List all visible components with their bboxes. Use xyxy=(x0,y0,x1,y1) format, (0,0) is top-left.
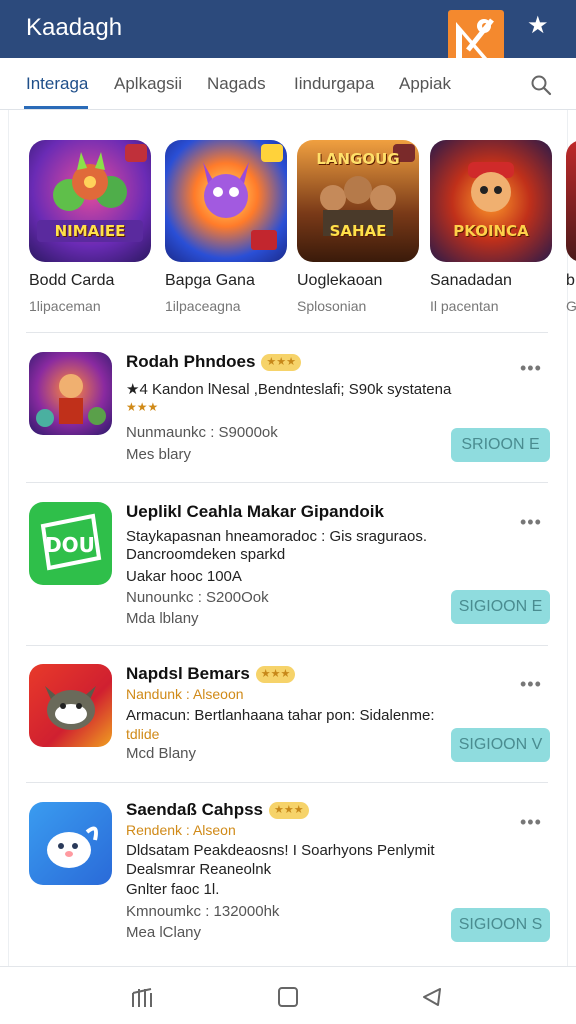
carousel-card-subtitle: 1ilpaceagna xyxy=(165,298,241,314)
rating-badge: ★★★ xyxy=(255,666,296,684)
app-name: Ueplikl Ceahla Makar Gipandoik xyxy=(126,502,384,521)
carousel-card-subtitle: G xyxy=(566,298,576,314)
app-meta-line: Kmnoumkc : 132000hk xyxy=(126,903,280,920)
app-meta-line: Gnlter faoc 1l. xyxy=(126,881,220,898)
search-icon[interactable] xyxy=(530,74,552,96)
install-button[interactable]: SIGIOON S xyxy=(451,908,550,942)
sale-badge xyxy=(125,144,147,162)
category-tabs: Interaga Aplkagsii Nagads Iindurgapa App… xyxy=(0,58,576,110)
list-divider xyxy=(26,645,548,646)
carousel-card-title: Bodd Carda xyxy=(29,272,115,289)
app-meta-line: Nandunk : Alseoon xyxy=(126,686,244,702)
install-button[interactable]: SRIOON E xyxy=(451,428,550,462)
app-meta-line: Mea lClany xyxy=(126,924,202,941)
app-meta-line: Dldsatam Peakdeaosns! I Soarhyons Penlym… xyxy=(126,842,435,859)
app-icon[interactable] xyxy=(29,352,112,435)
app-name: Rodah Phndoes ★★★ xyxy=(126,352,301,372)
tab-iindurgapa[interactable]: Iindurgapa xyxy=(294,74,374,94)
back-icon[interactable] xyxy=(420,985,444,1009)
app-name: Napdsl Bemars ★★★ xyxy=(126,664,296,684)
app-meta-line: Mes blary xyxy=(126,446,192,463)
app-title: Kaadagh xyxy=(26,14,123,41)
carousel-card[interactable]: b G xyxy=(566,140,576,314)
thumbnail-banner: LANGOUG xyxy=(316,150,400,168)
game-thumbnail: LANGOUG SAHAE xyxy=(297,140,419,262)
carousel-card-title: Sanadadan xyxy=(430,272,512,289)
app-meta-line: Nunounkc : S200Ook xyxy=(126,589,269,606)
thumbnail-banner: PKOINCA xyxy=(453,222,529,240)
app-meta-line: Dealsmrar Reaneolnk xyxy=(126,861,272,878)
carousel-card-title: Bapga Gana xyxy=(165,272,255,289)
app-name: Saendaß Cahpss ★★★ xyxy=(126,800,309,820)
app-meta-line: Dancroomdeken sparkd xyxy=(126,546,286,563)
carousel-card-subtitle: 1lipaceman xyxy=(29,298,101,314)
recent-apps-icon[interactable] xyxy=(130,985,154,1009)
app-meta-line: Rendenk : Alseon xyxy=(126,822,236,838)
more-options-icon[interactable]: ••• xyxy=(520,358,542,379)
rating-badge: ★★★ xyxy=(269,802,309,820)
app-screen: Kaadagh ★ Interaga Aplkagsii Nagads Iind… xyxy=(0,0,576,1024)
list-divider xyxy=(26,782,548,783)
thumbnail-banner: NIMAIEE xyxy=(37,220,143,242)
list-divider xyxy=(26,332,548,333)
app-icon[interactable]: DOU xyxy=(29,502,112,585)
carousel-card-title: Uoglekaoan xyxy=(297,272,383,289)
star-icon[interactable]: ★ xyxy=(527,14,549,38)
more-options-icon[interactable]: ••• xyxy=(520,674,542,695)
svg-text:DOU: DOU xyxy=(45,533,95,557)
app-icon[interactable] xyxy=(29,802,112,885)
app-meta-line: Mda lblany xyxy=(126,610,199,627)
app-meta-line: tdlide xyxy=(126,726,160,742)
install-button[interactable]: SIGIOON E xyxy=(451,590,550,624)
app-meta-line: Nunmaunkc : S9000ok xyxy=(126,424,278,441)
install-button[interactable]: SIGIOON V xyxy=(451,728,550,762)
app-header: Kaadagh ★ xyxy=(0,0,576,72)
carousel-card-subtitle: Il pacentan xyxy=(430,298,499,314)
carousel-card[interactable]: Bapga Gana 1ilpaceagna xyxy=(165,140,289,314)
app-meta-line: Uakar hooc 100A xyxy=(126,568,242,585)
app-meta-line: Armacun: Bertlanhaana tahar pon: Sidalen… xyxy=(126,707,435,724)
list-divider xyxy=(26,482,548,483)
thumbnail-banner: SAHAE xyxy=(329,222,387,240)
tab-nagads[interactable]: Nagads xyxy=(207,74,266,94)
carousel-card-title: b xyxy=(566,272,575,289)
game-thumbnail xyxy=(165,140,287,262)
carousel-card[interactable]: LANGOUG SAHAE Uoglekaoan Splosonian xyxy=(297,140,421,314)
app-meta-line: ★4 Kandon lNesal ,Bendnteslafi; S90k sys… xyxy=(126,381,452,398)
system-nav-bar xyxy=(0,966,576,1024)
active-tab-indicator xyxy=(24,106,88,109)
carousel-card[interactable]: PKOINCA Sanadadan Il pacentan xyxy=(430,140,554,314)
game-thumbnail: NIMAIEE xyxy=(29,140,151,262)
featured-carousel[interactable]: NIMAIEE Bodd Carda 1lipaceman Bapga Gana… xyxy=(0,140,576,330)
more-options-icon[interactable]: ••• xyxy=(520,512,542,533)
sale-badge xyxy=(261,144,283,162)
app-meta-line: Staykapasnan hneamoradoc : Gis sraguraos… xyxy=(126,528,428,545)
more-options-icon[interactable]: ••• xyxy=(520,812,542,833)
tab-appiak[interactable]: Appiak xyxy=(399,74,451,94)
app-meta-line: ★★★ xyxy=(126,400,159,414)
game-thumbnail: PKOINCA xyxy=(430,140,552,262)
carousel-card[interactable]: NIMAIEE Bodd Carda 1lipaceman xyxy=(29,140,153,314)
app-meta-line: Mcd Blany xyxy=(126,745,197,762)
home-icon[interactable] xyxy=(276,985,300,1009)
rating-badge: ★★★ xyxy=(261,354,301,372)
app-icon[interactable] xyxy=(29,664,112,747)
carousel-card-subtitle: Splosonian xyxy=(297,298,367,314)
tab-aplkagsii[interactable]: Aplkagsii xyxy=(114,74,182,94)
tab-interaga[interactable]: Interaga xyxy=(26,74,88,94)
game-thumbnail xyxy=(566,140,576,262)
